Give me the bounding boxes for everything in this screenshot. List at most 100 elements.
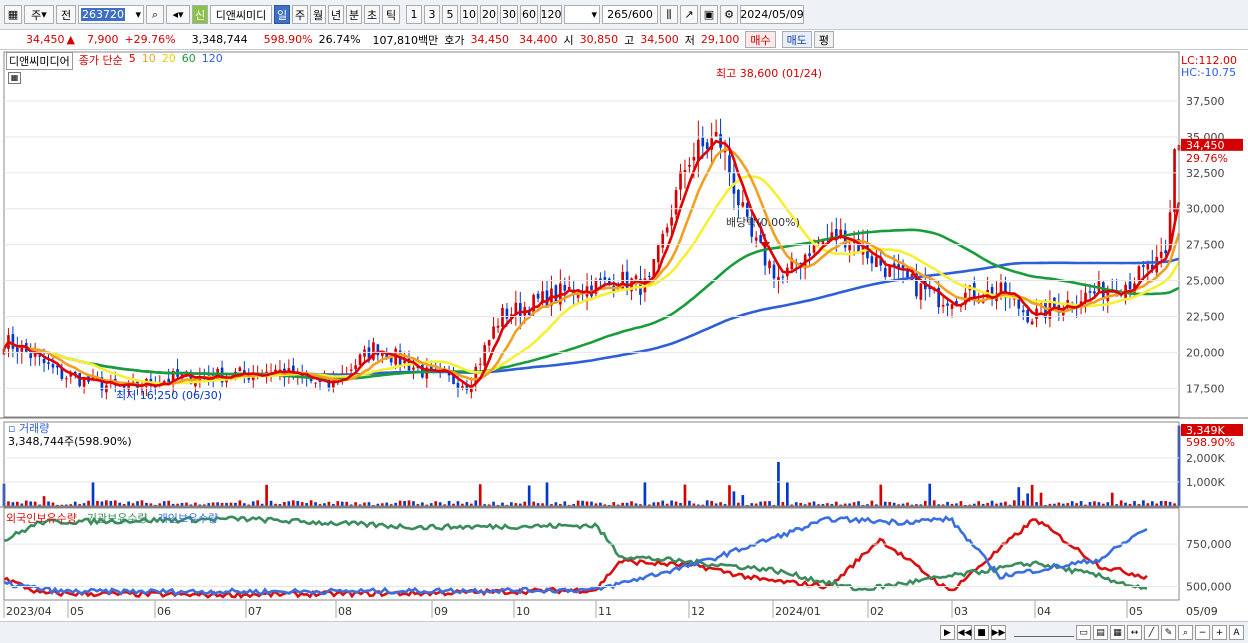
avg-button[interactable]: 평 [813, 31, 835, 48]
volume-bar [403, 500, 406, 506]
hold-tick-label: 500,000 [1186, 580, 1232, 593]
type-button[interactable]: 전 [56, 5, 76, 24]
volume-bar [1142, 500, 1145, 506]
volume-bar [105, 500, 108, 506]
volume-bar [447, 500, 451, 506]
line-tool-icon[interactable]: ╱ [1144, 625, 1159, 640]
candle-body [674, 190, 678, 215]
candle-body [47, 362, 50, 364]
candle-body [536, 293, 540, 299]
rewind-icon[interactable]: ◀◀ [957, 625, 972, 640]
volume-bar [923, 500, 927, 506]
volume-bar [385, 502, 389, 506]
chart-area[interactable]: 37,50035,00032,50030,00027,50025,00022,5… [0, 50, 1248, 621]
volume-bar [287, 501, 291, 506]
y-tick-label: 25,000 [1186, 275, 1225, 288]
freq-minute[interactable]: 분 [346, 5, 362, 24]
dividend-label: 배당락(0.00%) [726, 216, 800, 229]
date-input[interactable]: 2024/05/09 [740, 5, 804, 24]
split-icon[interactable]: ▤ [1093, 625, 1108, 640]
gear-icon[interactable]: ⚙ [720, 5, 738, 24]
stop-icon[interactable]: ■ [974, 625, 989, 640]
legend-foreign[interactable]: 외국인보유수량 [6, 510, 77, 526]
candle-body [692, 157, 696, 161]
zoom-icon[interactable]: ⌕ [1178, 625, 1193, 640]
freq-day[interactable]: 일 [274, 5, 290, 24]
last-rate-label: 29.76% [1186, 152, 1228, 165]
axes: 37,50035,00032,50030,00027,50025,00022,5… [0, 51, 1248, 618]
y-tick-label: 30,000 [1186, 203, 1225, 216]
scroll-right-icon[interactable]: ▶ [940, 625, 955, 640]
volume-bar [336, 501, 340, 506]
min-10[interactable]: 10 [460, 5, 478, 24]
freq-tick[interactable]: 틱 [382, 5, 400, 24]
pen-icon[interactable]: ✎ [1161, 625, 1176, 640]
volume-bar [269, 500, 273, 506]
volume-bar [363, 502, 366, 506]
forward-icon[interactable]: ▶▶ [991, 625, 1006, 640]
plus-icon[interactable]: + [1212, 625, 1227, 640]
draw-tool-icon[interactable]: ↗ [680, 5, 698, 24]
save-icon[interactable]: ▣ [700, 5, 718, 24]
min-60[interactable]: 60 [520, 5, 538, 24]
volume-bar [283, 501, 286, 506]
holdings-legend: 외국인보유수량 기관보유수량 개인보유수량 [6, 510, 218, 526]
hoga-ask: 34,450 [470, 33, 510, 46]
freq-year[interactable]: 년 [328, 5, 344, 24]
volume-bar [959, 501, 963, 506]
measure-icon[interactable]: ↔ [1127, 625, 1142, 640]
max-label: 최고 38,600 (01/24) [716, 67, 822, 80]
freq-week[interactable]: 주 [292, 5, 308, 24]
volume-bar [167, 500, 171, 506]
y-tick-label: 17,500 [1186, 382, 1225, 395]
x-tick-label: 12 [691, 605, 705, 618]
legend-ma60: 60 [181, 52, 196, 65]
min-1[interactable]: 1 [406, 5, 422, 24]
min-20[interactable]: 20 [480, 5, 498, 24]
volume-bar [581, 500, 584, 506]
candle-body [754, 237, 758, 241]
candle-body [870, 256, 874, 264]
sound-icon[interactable]: ◂▾ [166, 5, 190, 24]
new-badge: 신 [192, 5, 208, 24]
code-input[interactable]: 263720 ▾ [78, 5, 144, 24]
min-3[interactable]: 3 [424, 5, 440, 24]
candle-type-icon[interactable]: ⫼ [660, 5, 678, 24]
table-icon[interactable]: ▦ [8, 72, 21, 84]
x-tick-label: 05 [1129, 605, 1143, 618]
legend-stock[interactable]: 디앤씨미디어 [6, 52, 73, 70]
count-field[interactable]: 265/600 [602, 5, 658, 24]
window-icon[interactable]: ▭ [1076, 625, 1091, 640]
sell-button[interactable]: 매도 [781, 31, 812, 48]
search-icon[interactable]: ⌕ [146, 5, 164, 24]
candle-body [634, 275, 638, 279]
min-30[interactable]: 30 [500, 5, 518, 24]
candle-body [648, 275, 651, 277]
buy-button[interactable]: 매수 [745, 31, 776, 48]
candle-body [563, 285, 567, 291]
x-last-label: 05/09 [1186, 605, 1218, 618]
candle-body [354, 365, 357, 370]
stock-name[interactable]: 디앤씨미디 [210, 5, 272, 24]
zoom-slider[interactable] [1014, 629, 1074, 637]
freq-second[interactable]: 초 [364, 5, 380, 24]
chart-icon[interactable]: ▦ [4, 5, 22, 24]
volume-bar [87, 500, 90, 506]
minus-icon[interactable]: − [1195, 625, 1210, 640]
freq-month[interactable]: 월 [310, 5, 326, 24]
period-select[interactable]: 주 ▾ [24, 5, 54, 24]
volume-bar [412, 501, 415, 506]
candle-body [167, 378, 171, 383]
min-120[interactable]: 120 [540, 5, 562, 24]
candle-body [781, 276, 785, 278]
volume-bar [1012, 500, 1016, 506]
legend-inst[interactable]: 기관보유수량 [87, 510, 148, 526]
candle-body [1146, 264, 1150, 270]
min-5[interactable]: 5 [442, 5, 458, 24]
custom-period-dropdown[interactable]: ▾ [564, 5, 600, 24]
volume-bar [194, 502, 197, 506]
grid-icon[interactable]: ▦ [1110, 625, 1125, 640]
legend-indiv[interactable]: 개인보유수량 [158, 510, 219, 526]
font-icon[interactable]: A [1229, 625, 1244, 640]
volume-bar [118, 502, 122, 506]
